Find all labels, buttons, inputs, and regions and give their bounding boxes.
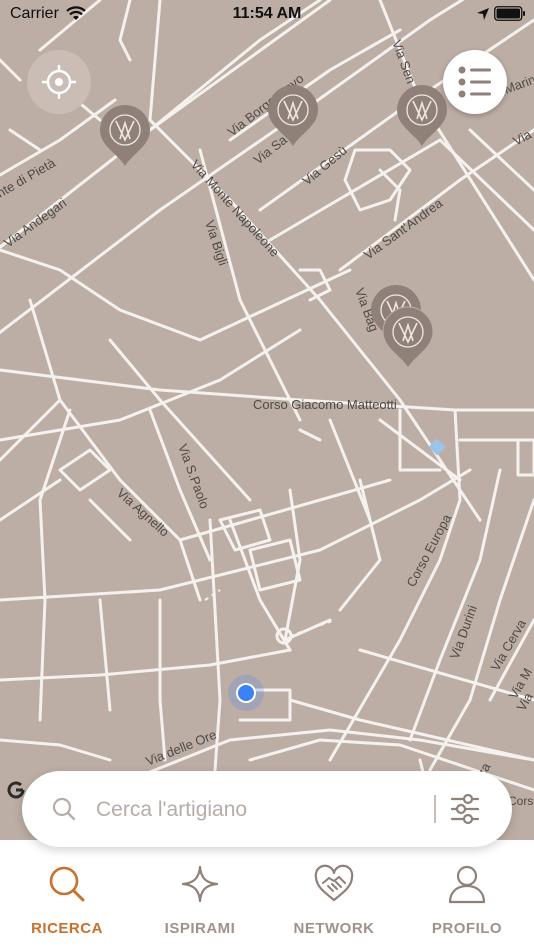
street-label: Via Bigli: [202, 218, 231, 267]
ispirami-star-icon: [181, 865, 219, 903]
tab-label: RICERCA: [31, 920, 103, 937]
search-icon: [49, 866, 85, 902]
screen: Via Sen Marin Via Borgonuovo Via Sa nte …: [0, 0, 534, 950]
list-icon: [458, 66, 491, 98]
artisan-pin[interactable]: [267, 84, 319, 148]
street-label: nte di Pietà: [0, 155, 58, 201]
street-label: Corso Giacomo Matteotti: [253, 397, 397, 412]
pin-icon: [100, 105, 150, 166]
tab-label: NETWORK: [293, 920, 375, 937]
tab-profilo[interactable]: PROFILO: [400, 840, 534, 950]
tab-ricerca[interactable]: RICERCA: [0, 840, 134, 950]
location-arrow-icon: [477, 8, 489, 20]
artisan-pin[interactable]: [99, 104, 151, 168]
tab-network[interactable]: NETWORK: [267, 840, 401, 950]
map-view[interactable]: Via Sen Marin Via Borgonuovo Via Sa nte …: [0, 0, 534, 840]
status-time: 11:54 AM: [232, 5, 302, 22]
profile-icon: [448, 865, 486, 904]
locate-icon: [42, 65, 76, 99]
pin-icon: [397, 85, 447, 146]
artisan-pin[interactable]: [396, 84, 448, 148]
pin-icon: [268, 85, 318, 146]
list-view-button[interactable]: [443, 50, 507, 114]
filter-icon[interactable]: [450, 793, 480, 825]
street-label: Via Gesù: [299, 143, 349, 189]
search-input[interactable]: [94, 789, 428, 831]
search-bar: [22, 771, 512, 847]
tab-label: ISPIRAMI: [164, 920, 236, 937]
street-label: Via Monte Napoleone: [188, 157, 283, 260]
search-divider: [434, 795, 436, 823]
artisan-pin[interactable]: [382, 306, 434, 370]
street-label: Via Andegari: [1, 195, 69, 250]
locate-me-button[interactable]: [27, 50, 91, 114]
network-heart-icon: [314, 864, 354, 902]
search-icon: [52, 797, 76, 821]
pin-icon: [382, 306, 434, 369]
tab-ispirami[interactable]: ISPIRAMI: [133, 840, 267, 950]
tab-bar: RICERCA ISPIRAMI NETWORK PROFILO: [0, 840, 534, 950]
street-label: Via Sen: [389, 38, 419, 86]
battery-icon: [494, 6, 525, 21]
street-label: Corso Europa: [403, 511, 454, 590]
status-bar: Carrier 11:54 AM: [0, 0, 534, 28]
current-location-dot: [228, 675, 264, 711]
tab-label: PROFILO: [431, 920, 503, 937]
